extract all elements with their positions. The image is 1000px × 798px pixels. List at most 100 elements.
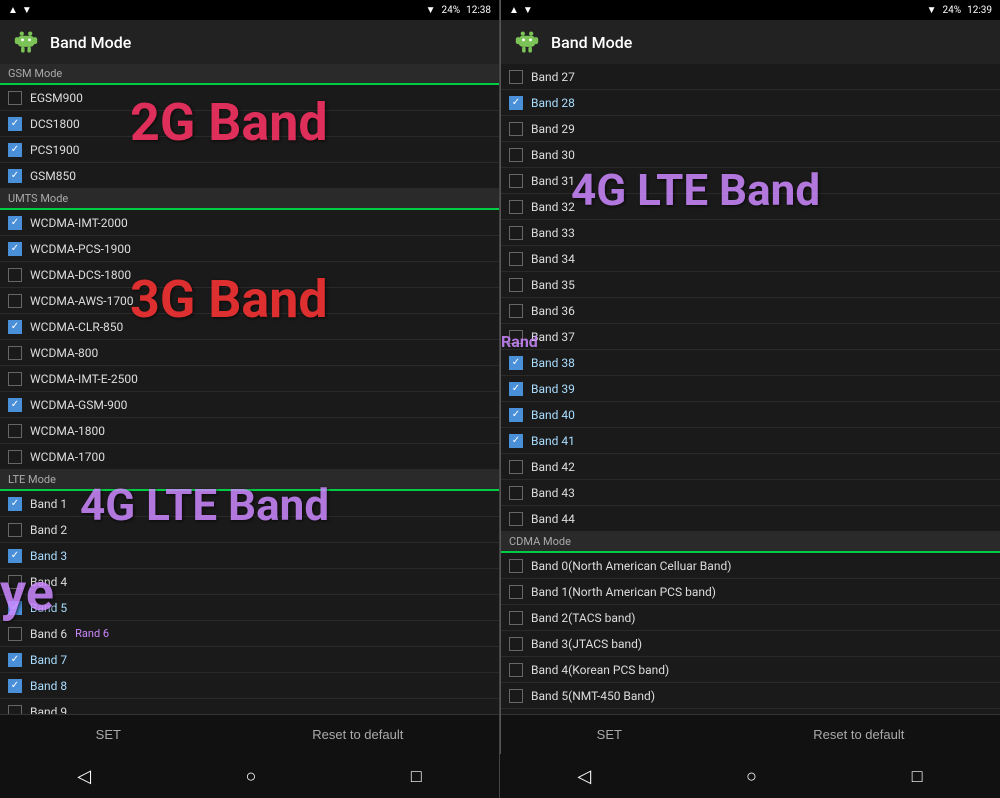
band-r-34[interactable]: Band 34	[501, 246, 1000, 272]
reset-button-left[interactable]: Reset to default	[292, 723, 423, 746]
checkbox-wcdma-1800[interactable]	[8, 424, 22, 438]
band-wcdma-800[interactable]: WCDMA-800	[0, 340, 499, 366]
band-lte-9[interactable]: Band 9	[0, 699, 499, 714]
checkbox-r-30[interactable]	[509, 148, 523, 162]
band-r-37[interactable]: Band 37	[501, 324, 1000, 350]
checkbox-wcdma-gsm900[interactable]: ✓	[8, 398, 22, 412]
band-cdma-0[interactable]: Band 0(North American Celluar Band)	[501, 553, 1000, 579]
band-r-39[interactable]: ✓ Band 39	[501, 376, 1000, 402]
checkbox-lte-2[interactable]	[8, 523, 22, 537]
checkbox-wcdma-800[interactable]	[8, 346, 22, 360]
checkbox-r-33[interactable]	[509, 226, 523, 240]
checkbox-lte-4[interactable]	[8, 575, 22, 589]
nav-recent-right[interactable]: □	[882, 762, 953, 791]
checkbox-r-40[interactable]: ✓	[509, 408, 523, 422]
band-r-44[interactable]: Band 44	[501, 506, 1000, 532]
checkbox-dcs1800[interactable]: ✓	[8, 117, 22, 131]
band-wcdma-imt2000[interactable]: ✓ WCDMA-IMT-2000	[0, 210, 499, 236]
band-r-31[interactable]: Band 31	[501, 168, 1000, 194]
checkbox-lte-8[interactable]: ✓	[8, 679, 22, 693]
checkbox-lte-5[interactable]: ✓	[8, 601, 22, 615]
checkbox-r-27[interactable]	[509, 70, 523, 84]
band-lte-3[interactable]: ✓ Band 3	[0, 543, 499, 569]
band-r-40[interactable]: ✓ Band 40	[501, 402, 1000, 428]
checkbox-r-34[interactable]	[509, 252, 523, 266]
checkbox-wcdma-1700[interactable]	[8, 450, 22, 464]
nav-home-right[interactable]: ○	[716, 762, 787, 791]
band-wcdma-clr850[interactable]: ✓ WCDMA-CLR-850	[0, 314, 499, 340]
checkbox-r-37[interactable]	[509, 330, 523, 344]
nav-home-left[interactable]: ○	[216, 762, 287, 791]
checkbox-r-32[interactable]	[509, 200, 523, 214]
band-lte-2[interactable]: Band 2	[0, 517, 499, 543]
checkbox-egsm900[interactable]	[8, 91, 22, 105]
band-r-32[interactable]: Band 32	[501, 194, 1000, 220]
checkbox-cdma-0[interactable]	[509, 559, 523, 573]
checkbox-r-28[interactable]: ✓	[509, 96, 523, 110]
set-button-right[interactable]: SET	[577, 723, 642, 746]
checkbox-r-44[interactable]	[509, 512, 523, 526]
band-r-41[interactable]: ✓ Band 41	[501, 428, 1000, 454]
set-button-left[interactable]: SET	[76, 723, 141, 746]
band-cdma-1[interactable]: Band 1(North American PCS band)	[501, 579, 1000, 605]
band-r-43[interactable]: Band 43	[501, 480, 1000, 506]
checkbox-r-39[interactable]: ✓	[509, 382, 523, 396]
band-lte-5[interactable]: ✓ Band 5	[0, 595, 499, 621]
checkbox-wcdma-pcs1900[interactable]: ✓	[8, 242, 22, 256]
checkbox-wcdma-dcs1800[interactable]	[8, 268, 22, 282]
band-wcdma-1800[interactable]: WCDMA-1800	[0, 418, 499, 444]
checkbox-r-38[interactable]: ✓	[509, 356, 523, 370]
checkbox-r-41[interactable]: ✓	[509, 434, 523, 448]
band-wcdma-pcs1900[interactable]: ✓ WCDMA-PCS-1900	[0, 236, 499, 262]
checkbox-wcdma-imt-e2500[interactable]	[8, 372, 22, 386]
band-lte-4[interactable]: Band 4	[0, 569, 499, 595]
nav-back-right[interactable]: ◁	[547, 762, 621, 791]
band-cdma-6[interactable]: Band 6(IMT-2000 band)	[501, 709, 1000, 714]
checkbox-r-31[interactable]	[509, 174, 523, 188]
panel-content-right[interactable]: Band 27 ✓ Band 28 Band 29 Band 30 Band 3…	[501, 64, 1000, 714]
checkbox-lte-9[interactable]	[8, 705, 22, 715]
band-r-33[interactable]: Band 33	[501, 220, 1000, 246]
nav-back-left[interactable]: ◁	[47, 762, 121, 791]
band-egsm900[interactable]: EGSM900	[0, 85, 499, 111]
band-dcs1800[interactable]: ✓ DCS1800	[0, 111, 499, 137]
checkbox-r-43[interactable]	[509, 486, 523, 500]
nav-recent-left[interactable]: □	[381, 762, 452, 791]
band-wcdma-aws1700[interactable]: WCDMA-AWS-1700	[0, 288, 499, 314]
band-cdma-4[interactable]: Band 4(Korean PCS band)	[501, 657, 1000, 683]
checkbox-r-36[interactable]	[509, 304, 523, 318]
band-wcdma-dcs1800[interactable]: WCDMA-DCS-1800	[0, 262, 499, 288]
checkbox-r-35[interactable]	[509, 278, 523, 292]
band-r-38[interactable]: ✓ Band 38	[501, 350, 1000, 376]
band-lte-1[interactable]: ✓ Band 1	[0, 491, 499, 517]
band-r-28[interactable]: ✓ Band 28	[501, 90, 1000, 116]
checkbox-lte-6[interactable]	[8, 627, 22, 641]
band-r-29[interactable]: Band 29	[501, 116, 1000, 142]
panel-content-left[interactable]: GSM Mode EGSM900 ✓ DCS1800 ✓ PCS1900 ✓ G…	[0, 64, 499, 714]
checkbox-wcdma-clr850[interactable]: ✓	[8, 320, 22, 334]
band-wcdma-imt-e2500[interactable]: WCDMA-IMT-E-2500	[0, 366, 499, 392]
band-r-42[interactable]: Band 42	[501, 454, 1000, 480]
checkbox-gsm850[interactable]: ✓	[8, 169, 22, 183]
checkbox-r-42[interactable]	[509, 460, 523, 474]
band-pcs1900[interactable]: ✓ PCS1900	[0, 137, 499, 163]
checkbox-wcdma-aws1700[interactable]	[8, 294, 22, 308]
band-r-30[interactable]: Band 30	[501, 142, 1000, 168]
checkbox-pcs1900[interactable]: ✓	[8, 143, 22, 157]
band-wcdma-1700[interactable]: WCDMA-1700	[0, 444, 499, 470]
checkbox-wcdma-imt2000[interactable]: ✓	[8, 216, 22, 230]
band-cdma-2[interactable]: Band 2(TACS band)	[501, 605, 1000, 631]
band-r-27[interactable]: Band 27	[501, 64, 1000, 90]
band-r-36[interactable]: Band 36	[501, 298, 1000, 324]
checkbox-lte-7[interactable]: ✓	[8, 653, 22, 667]
checkbox-cdma-3[interactable]	[509, 637, 523, 651]
band-cdma-5[interactable]: Band 5(NMT-450 Band)	[501, 683, 1000, 709]
checkbox-r-29[interactable]	[509, 122, 523, 136]
band-lte-8[interactable]: ✓ Band 8	[0, 673, 499, 699]
checkbox-cdma-1[interactable]	[509, 585, 523, 599]
band-gsm850[interactable]: ✓ GSM850	[0, 163, 499, 189]
band-r-35[interactable]: Band 35	[501, 272, 1000, 298]
band-wcdma-gsm900[interactable]: ✓ WCDMA-GSM-900	[0, 392, 499, 418]
band-lte-7[interactable]: ✓ Band 7	[0, 647, 499, 673]
reset-button-right[interactable]: Reset to default	[793, 723, 924, 746]
